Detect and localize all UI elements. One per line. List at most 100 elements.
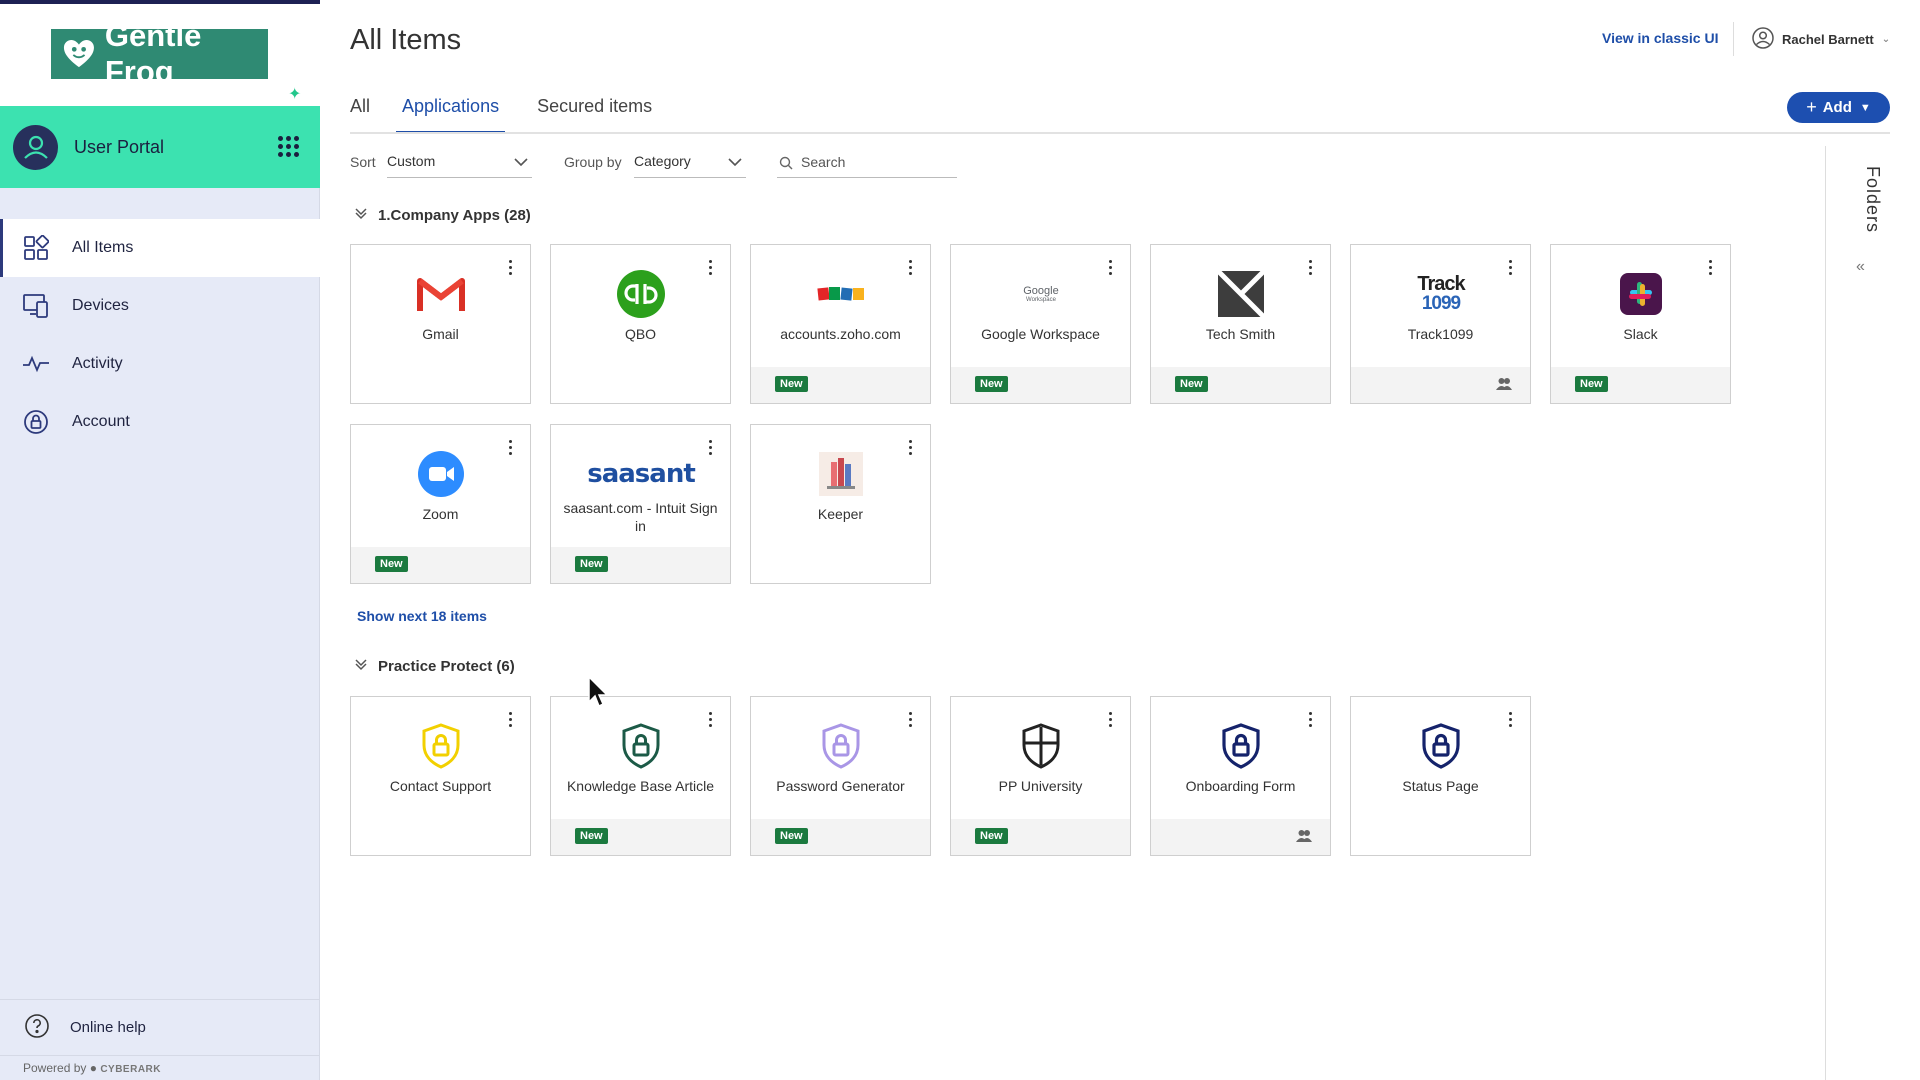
- sidebar-item-all-items[interactable]: All Items: [0, 219, 320, 277]
- kebab-menu-icon[interactable]: [1709, 260, 1712, 275]
- app-name: Password Generator: [776, 778, 905, 794]
- new-badge: New: [1175, 376, 1208, 392]
- portal-title: User Portal: [74, 136, 165, 157]
- app-card-google-workspace[interactable]: Google Workspace Google Workspace New: [950, 244, 1131, 404]
- new-badge: New: [775, 828, 808, 844]
- tab-all[interactable]: All: [350, 96, 370, 134]
- kebab-menu-icon[interactable]: [709, 260, 712, 275]
- gmail-icon: [417, 270, 465, 318]
- section-header-company-apps[interactable]: 1.Company Apps (28): [354, 206, 531, 224]
- card-footer: New: [751, 367, 930, 403]
- card-footer: New: [1551, 367, 1730, 403]
- app-card-zoom[interactable]: Zoom New: [350, 424, 531, 584]
- track-number: 1099: [1421, 293, 1461, 314]
- sidebar-item-devices[interactable]: Devices: [0, 277, 320, 335]
- sort-label: Sort: [350, 154, 376, 170]
- kebab-menu-icon[interactable]: [1509, 260, 1512, 275]
- app-card-contact-support[interactable]: Contact Support: [350, 696, 531, 856]
- user-portal-bar[interactable]: User Portal: [0, 106, 320, 188]
- kebab-menu-icon[interactable]: [709, 440, 712, 455]
- user-menu[interactable]: Rachel Barnett ⌄: [1752, 27, 1890, 52]
- new-badge: New: [775, 376, 808, 392]
- app-name: Tech Smith: [1205, 326, 1276, 342]
- tab-applications[interactable]: Applications: [396, 96, 506, 134]
- brand-logo[interactable]: Gentle Frog: [51, 18, 268, 89]
- app-card-track1099[interactable]: Track 1099 Track1099: [1350, 244, 1531, 404]
- kebab-menu-icon[interactable]: [1509, 712, 1512, 727]
- sidebar-item-activity[interactable]: Activity: [0, 335, 320, 393]
- heart-frog-icon: [63, 39, 94, 68]
- section-title: Practice Protect (6): [378, 657, 515, 675]
- kebab-menu-icon[interactable]: [709, 712, 712, 727]
- app-card-status-page[interactable]: Status Page: [1350, 696, 1531, 856]
- kebab-menu-icon[interactable]: [509, 260, 512, 275]
- kebab-menu-icon[interactable]: [1109, 260, 1112, 275]
- show-next-items-link[interactable]: Show next 18 items: [357, 608, 487, 624]
- cyberark-logo-icon: ●: [89, 1061, 97, 1075]
- app-name: Knowledge Base Article: [566, 778, 715, 794]
- tab-secured-items[interactable]: Secured items: [537, 96, 652, 134]
- app-name: accounts.zoho.com: [780, 326, 901, 342]
- chevron-down-icon: [514, 154, 528, 170]
- account-icon: [22, 408, 50, 436]
- user-name: Rachel Barnett: [1782, 32, 1874, 47]
- app-name: Zoom: [422, 506, 459, 522]
- google-workspace-icon: Google Workspace: [1017, 270, 1065, 318]
- search-input[interactable]: Search: [777, 148, 957, 178]
- app-card-zoho[interactable]: accounts.zoho.com New: [750, 244, 931, 404]
- section-header-practice-protect[interactable]: Practice Protect (6): [354, 657, 515, 675]
- view-classic-ui-link[interactable]: View in classic UI: [1602, 30, 1718, 46]
- kebab-menu-icon[interactable]: [509, 440, 512, 455]
- app-card-knowledge-base-article[interactable]: Knowledge Base Article New: [550, 696, 731, 856]
- kebab-menu-icon[interactable]: [909, 440, 912, 455]
- pin-icon[interactable]: ✦: [288, 84, 301, 104]
- tabs-divider: [350, 132, 1890, 134]
- chevron-down-icon: [728, 154, 742, 170]
- online-help-link[interactable]: Online help: [0, 999, 320, 1055]
- app-card-gmail[interactable]: Gmail: [350, 244, 531, 404]
- quickbooks-icon: [617, 270, 665, 318]
- search-icon: [779, 156, 793, 173]
- sidebar: Gentle Frog ✦ User Portal All Items Devi…: [0, 0, 320, 1080]
- app-card-password-generator[interactable]: Password Generator New: [750, 696, 931, 856]
- app-card-slack[interactable]: Slack New: [1550, 244, 1731, 404]
- group-by-select[interactable]: Category: [634, 148, 746, 178]
- add-button[interactable]: + Add ▼: [1787, 92, 1890, 123]
- help-label: Online help: [70, 1019, 146, 1036]
- sort-select[interactable]: Custom: [387, 148, 532, 178]
- search-placeholder: Search: [801, 154, 846, 170]
- app-name: Status Page: [1402, 778, 1479, 794]
- card-footer: New: [551, 547, 730, 583]
- kebab-menu-icon[interactable]: [909, 260, 912, 275]
- kebab-menu-icon[interactable]: [1109, 712, 1112, 727]
- kebab-menu-icon[interactable]: [909, 712, 912, 727]
- folders-label[interactable]: Folders: [1862, 166, 1883, 233]
- header-divider: [1733, 22, 1734, 56]
- group-by-value: Category: [634, 153, 691, 169]
- app-card-tech-smith[interactable]: Tech Smith New: [1150, 244, 1331, 404]
- collapse-panel-icon[interactable]: «: [1856, 258, 1865, 276]
- card-footer: New: [951, 367, 1130, 403]
- kebab-menu-icon[interactable]: [509, 712, 512, 727]
- app-name: Slack: [1623, 326, 1658, 342]
- card-footer: New: [1151, 367, 1330, 403]
- app-name: Google Workspace: [981, 326, 1100, 342]
- new-badge: New: [975, 828, 1008, 844]
- kebab-menu-icon[interactable]: [1309, 712, 1312, 727]
- sidebar-item-account[interactable]: Account: [0, 393, 320, 451]
- app-card-qbo[interactable]: QBO: [550, 244, 731, 404]
- app-launcher-icon[interactable]: [278, 136, 299, 157]
- help-icon: [24, 1013, 50, 1043]
- app-card-keeper[interactable]: Keeper: [750, 424, 931, 584]
- kebab-menu-icon[interactable]: [1309, 260, 1312, 275]
- shield-lock-green-icon: [617, 722, 665, 770]
- card-footer: [1351, 367, 1530, 403]
- group-by-label: Group by: [564, 154, 622, 170]
- app-name: Contact Support: [389, 778, 492, 794]
- app-card-onboarding-form[interactable]: Onboarding Form: [1150, 696, 1331, 856]
- sidebar-item-label: Devices: [72, 297, 129, 314]
- logo-area: Gentle Frog ✦: [0, 4, 320, 106]
- app-card-pp-university[interactable]: PP University New: [950, 696, 1131, 856]
- card-footer: New: [551, 819, 730, 855]
- app-card-saasant[interactable]: saasant saasant.com - Intuit Sign in New: [550, 424, 731, 584]
